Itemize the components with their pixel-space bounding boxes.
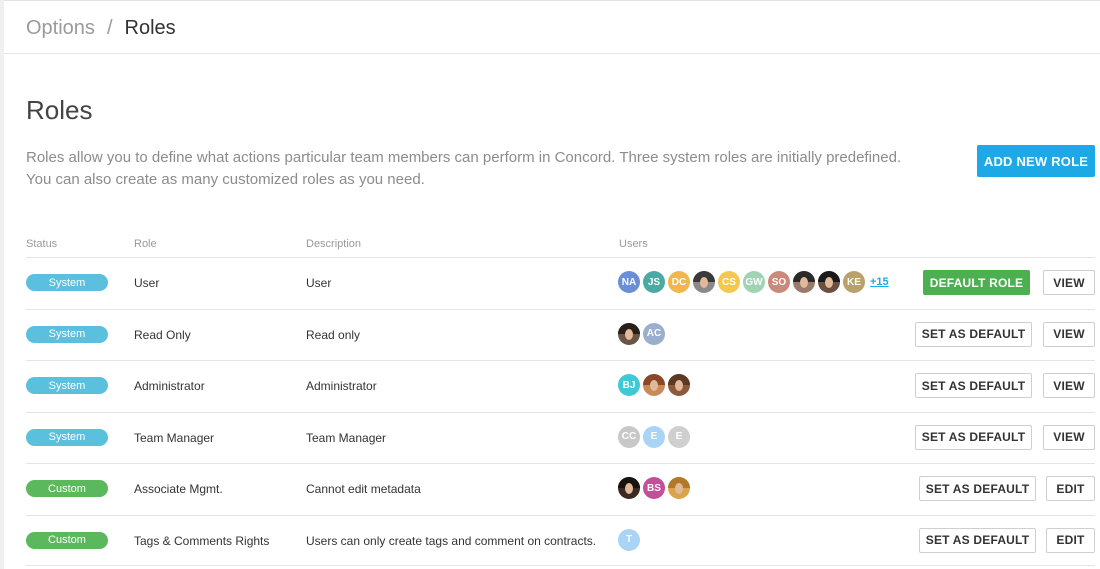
status-badge: System	[26, 428, 108, 446]
role-name: Read Only	[134, 327, 191, 342]
table-row: Custom Associate Mgmt. Cannot edit metadat…	[26, 463, 1095, 515]
avatar-photo-face	[800, 277, 808, 288]
more-users-link[interactable]: +15	[870, 276, 889, 288]
header-divider	[4, 53, 1100, 54]
set-as-default-button[interactable]: SET AS DEFAULT	[915, 321, 1032, 347]
avatar[interactable]: CS	[718, 271, 740, 293]
add-new-role-button[interactable]: ADD NEW ROLE	[977, 145, 1095, 177]
avatar[interactable]	[668, 477, 690, 499]
avatar[interactable]: KE	[843, 271, 865, 293]
avatar[interactable]: E	[668, 425, 690, 448]
view-button[interactable]: VIEW	[1043, 270, 1095, 295]
avatar-photo-face	[675, 483, 683, 494]
role-name: Tags & Comments Rights	[134, 533, 270, 548]
role-name: Associate Mgmt.	[134, 482, 223, 496]
avatar-photo-face	[675, 380, 683, 391]
breadcrumb-separator: /	[106, 17, 113, 39]
avatar[interactable]	[793, 271, 815, 293]
status-badge: Custom	[26, 531, 108, 549]
roles-table-body: System User User NA JS DC CS GW SO KE +15 DEFAULT R…	[26, 257, 1095, 566]
table-row: System Team Manager Team Manager CC E E SET AS…	[26, 411, 1095, 464]
set-as-default-button[interactable]: SET AS DEFAULT	[915, 424, 1032, 450]
user-avatars: T	[618, 528, 643, 551]
avatar[interactable]: GW	[743, 271, 765, 293]
avatar-photo-face	[625, 483, 633, 494]
user-avatars: NA JS DC CS GW SO KE +15	[618, 271, 889, 293]
header-role: Role	[134, 238, 157, 250]
avatar-photo-face	[625, 328, 633, 340]
header-description: Description	[306, 238, 362, 250]
user-avatars: CC E E	[618, 425, 693, 448]
avatar[interactable]: NA	[618, 271, 640, 293]
role-name: Administrator	[134, 379, 205, 393]
role-description: User	[306, 276, 332, 290]
header-status: Status	[26, 238, 58, 250]
user-avatars: AC	[618, 322, 668, 345]
set-as-default-button[interactable]: SET AS DEFAULT	[919, 527, 1036, 553]
table-row: System Read Only Read only AC SET AS DEFAULT…	[26, 308, 1095, 361]
default-role-button[interactable]: DEFAULT ROLE	[923, 270, 1030, 295]
avatar[interactable]	[693, 271, 715, 293]
app-frame: Options / Roles Roles Roles allow you to…	[4, 0, 1100, 569]
view-button[interactable]: VIEW	[1043, 373, 1095, 398]
avatar-photo-face	[700, 277, 708, 288]
status-badge: System	[26, 274, 108, 291]
avatar[interactable]	[818, 271, 840, 293]
page-title: Roles	[26, 95, 93, 125]
edit-button[interactable]: EDIT	[1046, 527, 1095, 553]
avatar[interactable]	[643, 374, 665, 396]
header-users: Users	[619, 238, 648, 250]
table-row: System User User NA JS DC CS GW SO KE +15 DEFAULT R…	[26, 257, 1095, 309]
avatar-photo-face	[650, 380, 658, 391]
role-description: Users can only create tags and comment o…	[306, 533, 597, 548]
avatar-photo-face	[825, 277, 833, 288]
status-badge: System	[26, 325, 108, 343]
page-intro: Roles allow you to define what actions p…	[26, 147, 946, 191]
role-description: Administrator	[306, 379, 377, 393]
table-row: Custom Tags & Comments Rights Users can on…	[26, 514, 1095, 566]
table-row: System Administrator Administrator BJ SET AS…	[26, 360, 1095, 412]
avatar[interactable]: E	[643, 425, 665, 448]
avatar[interactable]	[618, 322, 640, 345]
avatar[interactable]: CC	[618, 425, 640, 448]
avatar[interactable]: SO	[768, 271, 790, 293]
breadcrumb: Options / Roles	[26, 17, 176, 40]
role-name: User	[134, 276, 160, 290]
table-header: Status Role Description Users	[4, 238, 1100, 258]
user-avatars: BJ	[618, 374, 693, 396]
breadcrumb-current: Roles	[124, 17, 176, 39]
avatar[interactable]: DC	[668, 271, 690, 293]
avatar[interactable]: JS	[643, 271, 665, 293]
intro-line-1: Roles allow you to define what actions p…	[26, 149, 902, 166]
status-badge: Custom	[26, 480, 108, 497]
avatar[interactable]: BJ	[618, 374, 640, 396]
avatar[interactable]	[618, 477, 640, 499]
breadcrumb-options-link[interactable]: Options	[26, 17, 95, 40]
avatar[interactable]: T	[618, 528, 640, 551]
view-button[interactable]: VIEW	[1043, 424, 1095, 450]
view-button[interactable]: VIEW	[1043, 321, 1095, 347]
avatar[interactable]: AC	[643, 322, 665, 345]
avatar[interactable]: BS	[643, 477, 665, 499]
intro-line-2: You can also create as many customized r…	[26, 171, 425, 188]
edit-button[interactable]: EDIT	[1046, 476, 1095, 501]
set-as-default-button[interactable]: SET AS DEFAULT	[915, 373, 1032, 398]
role-description: Read only	[306, 327, 361, 342]
role-name: Team Manager	[134, 430, 215, 445]
avatar[interactable]	[668, 374, 690, 396]
role-description: Cannot edit metadata	[306, 482, 421, 496]
role-description: Team Manager	[306, 430, 387, 445]
set-as-default-button[interactable]: SET AS DEFAULT	[919, 476, 1036, 501]
status-badge: System	[26, 377, 108, 394]
user-avatars: BS	[618, 477, 693, 499]
